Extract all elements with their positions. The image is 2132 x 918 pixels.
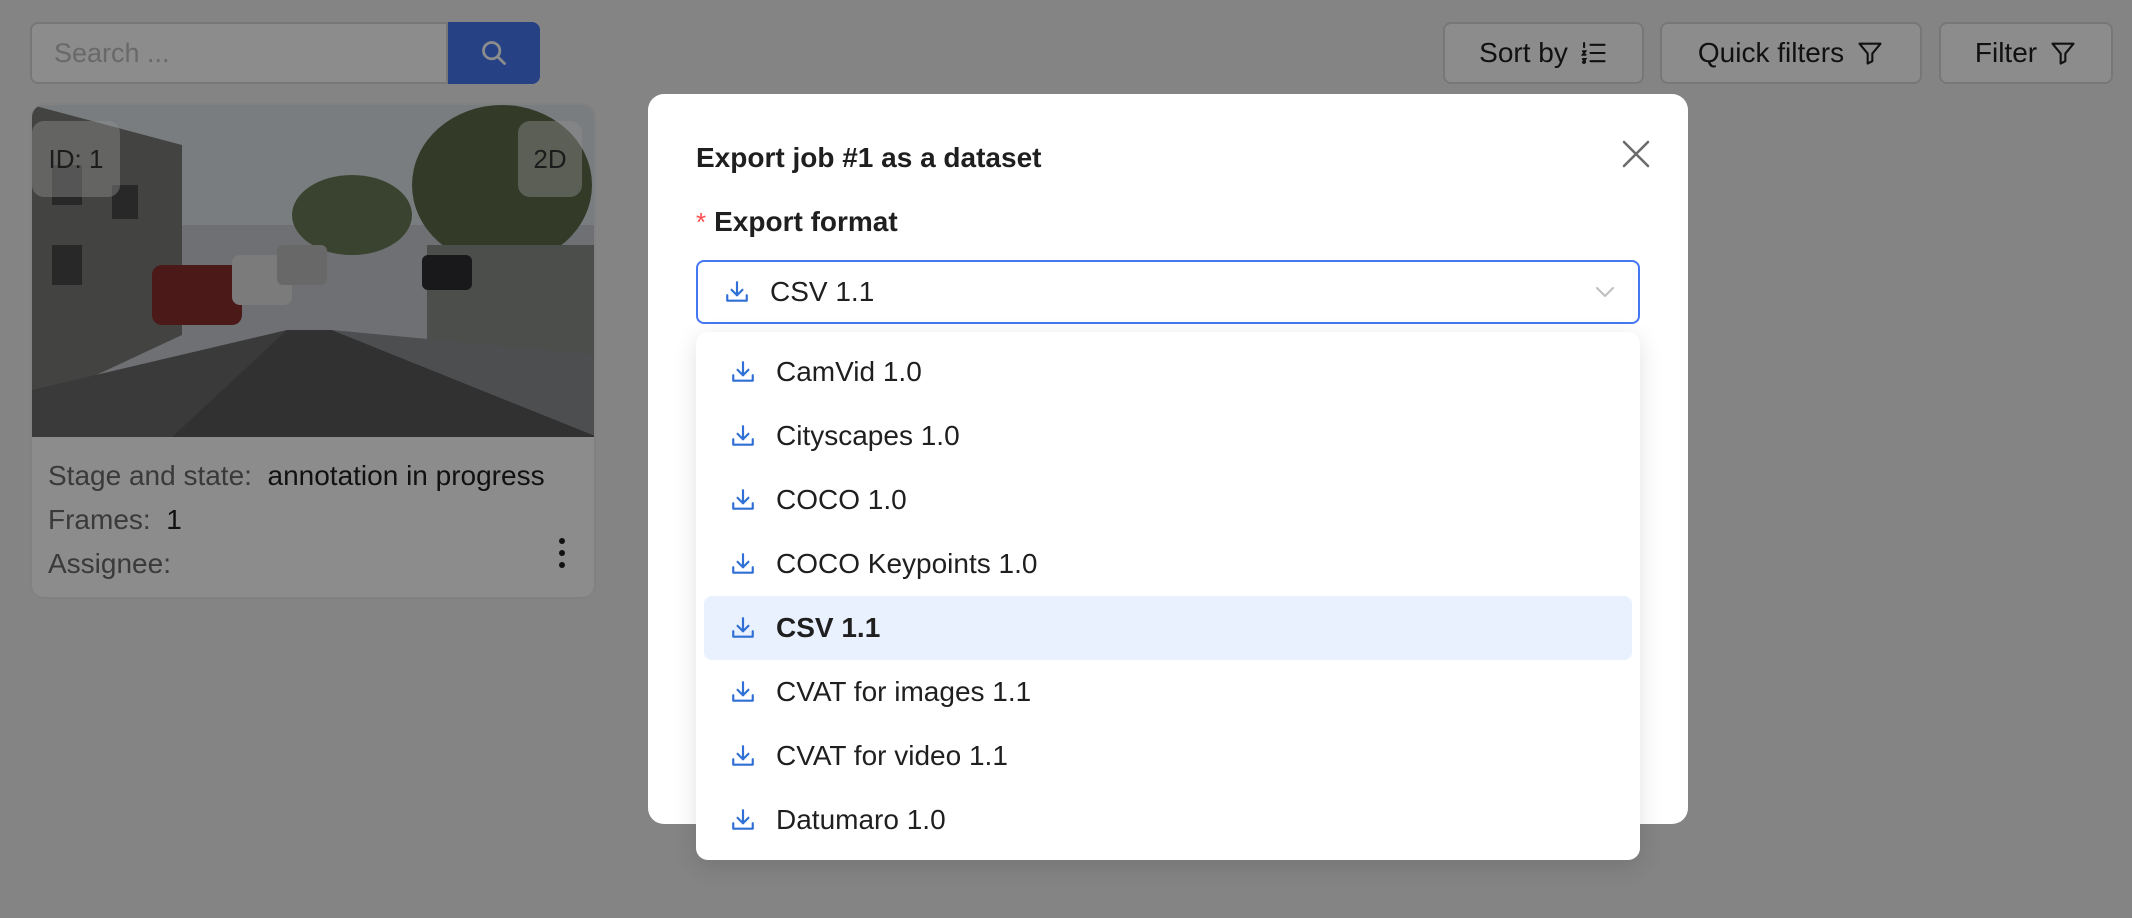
format-option[interactable]: Cityscapes 1.0 bbox=[704, 404, 1632, 468]
download-icon bbox=[726, 281, 748, 302]
download-icon bbox=[732, 617, 754, 638]
format-option-label: CVAT for images 1.1 bbox=[776, 676, 1032, 707]
download-icon bbox=[732, 745, 754, 766]
format-option-label: CamVid 1.0 bbox=[776, 356, 922, 387]
format-option[interactable]: Datumaro 1.0 bbox=[704, 788, 1632, 852]
format-option[interactable]: COCO 1.0 bbox=[704, 468, 1632, 532]
format-option-label: COCO 1.0 bbox=[776, 484, 907, 515]
export-format-text: Export format bbox=[714, 206, 898, 237]
dialog-title: Export job #1 as a dataset bbox=[696, 142, 1042, 173]
export-format-select[interactable]: CSV 1.1 bbox=[696, 260, 1640, 324]
format-option[interactable]: CVAT for images 1.1 bbox=[704, 660, 1632, 724]
format-option-label: Cityscapes 1.0 bbox=[776, 420, 960, 451]
download-icon bbox=[732, 425, 754, 446]
required-mark: * bbox=[696, 207, 707, 237]
format-option-selected[interactable]: CSV 1.1 bbox=[704, 596, 1632, 660]
chevron-down-icon bbox=[1596, 287, 1614, 297]
format-option-label: Datumaro 1.0 bbox=[776, 804, 946, 835]
format-option[interactable]: CamVid 1.0 bbox=[704, 340, 1632, 404]
close-icon[interactable] bbox=[1614, 132, 1658, 176]
format-dropdown: CamVid 1.0 Cityscapes 1.0 COCO 1.0 COCO … bbox=[696, 332, 1640, 860]
download-icon bbox=[732, 809, 754, 830]
download-icon bbox=[732, 489, 754, 510]
download-icon bbox=[732, 681, 754, 702]
format-option[interactable]: COCO Keypoints 1.0 bbox=[704, 532, 1632, 596]
format-option-label: COCO Keypoints 1.0 bbox=[776, 548, 1038, 579]
export-format-label: * Export format bbox=[696, 206, 898, 238]
format-option-label: CSV 1.1 bbox=[776, 612, 881, 643]
format-option-label: CVAT for video 1.1 bbox=[776, 740, 1008, 771]
download-icon bbox=[732, 553, 754, 574]
download-icon bbox=[732, 361, 754, 382]
format-option[interactable]: CVAT for video 1.1 bbox=[704, 724, 1632, 788]
selected-format-value: CSV 1.1 bbox=[770, 276, 875, 307]
